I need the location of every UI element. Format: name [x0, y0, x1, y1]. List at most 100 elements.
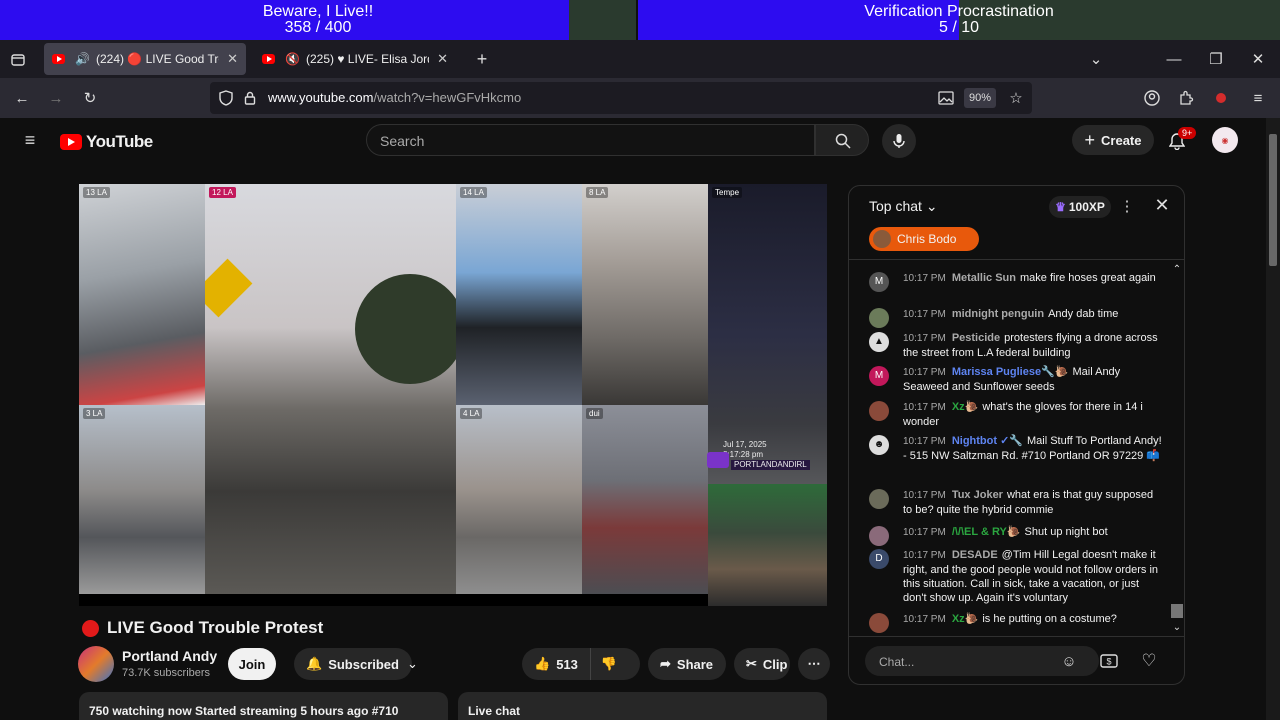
user-avatar[interactable]: ◉	[1212, 127, 1238, 153]
like-dislike-group: 👍 513 👎	[522, 648, 640, 680]
xp-label: 100XP	[1068, 200, 1105, 214]
tab-label: (225) ♥ LIVE- Elisa Jordan	[306, 52, 429, 66]
message-text: Shut up night bot	[1024, 526, 1108, 538]
like-button[interactable]: 👍 513	[522, 648, 591, 680]
video-player[interactable]: 13 LA 12 LA 14 LA 8 LA Tempe 3 LA 4 LA d…	[79, 184, 827, 606]
forward-icon[interactable]: →	[46, 88, 66, 108]
streamer-webcam	[708, 484, 827, 606]
minimize-icon[interactable]: —	[1164, 49, 1184, 69]
chat-avatar: ▲	[869, 332, 889, 352]
super-chat-icon[interactable]: $	[1099, 651, 1119, 671]
chat-message: M 10:17 PM Marissa Pugliese🔧🐌 Mail Andy Se…	[869, 365, 1165, 394]
restore-icon[interactable]: ❐	[1206, 49, 1226, 69]
url-text: www.youtube.com/watch?v=hewGFvHkcmo	[268, 90, 521, 105]
video-title: LIVE Good Trouble Protest	[82, 618, 323, 638]
message-author[interactable]: Tux Joker	[952, 489, 1003, 501]
channel-avatar[interactable]	[78, 646, 114, 682]
message-author[interactable]: midnight penguin	[952, 308, 1044, 320]
join-label: Join	[238, 656, 266, 672]
search-button[interactable]	[815, 124, 869, 156]
live-chat-panel-header[interactable]: Live chat	[458, 692, 827, 720]
tab-strip: 🔊 (224) 🔴 LIVE Good Troubl ✕ 🔇 (225) ♥ L…	[0, 40, 1280, 78]
message-author[interactable]: Marissa Pugliese🔧🐌	[952, 366, 1069, 378]
extensions-icon[interactable]	[1176, 88, 1196, 108]
mute-icon[interactable]: 🔇	[285, 52, 300, 66]
tab-good-trouble[interactable]: 🔊 (224) 🔴 LIVE Good Troubl ✕	[44, 43, 246, 75]
more-actions-button[interactable]: ⋯	[798, 648, 830, 680]
chat-input-area: Chat... ☺ $ ♡	[849, 636, 1184, 684]
chat-messages: M 10:17 PM Metallic Sun make fire hoses gr…	[849, 262, 1184, 636]
tile-label: 4 LA	[460, 408, 483, 419]
top-chat-dropdown[interactable]: Top chat ⌄	[869, 198, 938, 215]
voice-search-button[interactable]	[882, 124, 916, 158]
message-time: 10:17 PM	[903, 402, 946, 413]
extension-red-icon[interactable]	[1211, 88, 1231, 108]
speaker-icon[interactable]: 🔊	[75, 52, 90, 66]
message-author[interactable]: Metallic Sun	[952, 272, 1016, 284]
search-icon	[833, 131, 853, 151]
close-window-icon[interactable]: ✕	[1248, 49, 1268, 69]
message-author[interactable]: DESADE	[952, 549, 998, 561]
chat-scrollbar[interactable]: ⌃ ⌄	[1171, 264, 1183, 636]
stamp-time: 8:17:28 pm	[723, 450, 764, 459]
nav-bar: ← → ↻ www.youtube.com/watch?v=hewGFvHkcm…	[0, 78, 1280, 118]
message-author[interactable]: /\/\EL & RY🐌	[952, 526, 1021, 538]
clip-button[interactable]: ✂ Clip	[734, 648, 790, 680]
video-tile-tempe: Tempe	[708, 184, 827, 484]
hamburger-menu-icon[interactable]: ≡	[20, 130, 40, 150]
emoji-icon[interactable]: ☺	[1059, 651, 1079, 671]
shield-icon[interactable]	[216, 88, 236, 108]
thumbs-down-icon[interactable]: 👎	[591, 656, 627, 672]
close-chat-icon[interactable]: ✕	[1151, 194, 1173, 216]
xp-badge[interactable]: ♛ 100XP	[1049, 196, 1111, 218]
youtube-logo[interactable]: YouTube	[60, 132, 153, 152]
close-tab-icon[interactable]: ✕	[437, 51, 448, 67]
account-icon[interactable]	[1142, 88, 1162, 108]
scroll-down-icon[interactable]: ⌄	[1171, 622, 1183, 633]
page-scrollbar[interactable]	[1266, 118, 1280, 720]
zoom-level[interactable]: 90%	[964, 88, 996, 108]
create-button[interactable]: + Create	[1072, 125, 1154, 155]
video-tile-14la: 14 LA	[456, 184, 582, 405]
tab-elisa-jordan[interactable]: 🔇 (225) ♥ LIVE- Elisa Jordan ✕	[254, 43, 456, 75]
twitch-icon	[707, 452, 729, 468]
pinned-supporter[interactable]: Chris Bodo	[869, 227, 979, 251]
goal-bar-2: Verification Procrastination 5 / 10	[638, 0, 1280, 40]
menu-icon[interactable]: ≡	[1248, 88, 1268, 108]
youtube-header: ≡ YouTube Search + Create 9+ ◉	[0, 118, 1266, 164]
more-vertical-icon[interactable]: ⋮	[1119, 196, 1135, 216]
tile-label: Tempe	[712, 187, 743, 198]
description-box[interactable]: 750 watching now Started streaming 5 hou…	[79, 692, 448, 720]
message-text: Andy dab time	[1048, 308, 1119, 320]
chat-avatar	[869, 613, 889, 633]
scroll-up-icon[interactable]: ⌃	[1171, 264, 1183, 275]
reload-icon[interactable]: ↻	[80, 88, 100, 108]
message-text: make fire hoses great again	[1020, 272, 1156, 284]
tab-overview-icon[interactable]	[8, 50, 28, 70]
lock-icon[interactable]	[242, 88, 258, 108]
heart-icon[interactable]: ♡	[1139, 651, 1159, 671]
like-count: 513	[556, 656, 578, 672]
url-bar[interactable]: www.youtube.com/watch?v=hewGFvHkcmo 90% …	[210, 82, 1032, 114]
subscribed-button[interactable]: 🔔 Subscribed ⌄	[294, 648, 418, 680]
message-author[interactable]: Pesticide	[952, 332, 1000, 344]
join-button[interactable]: Join	[228, 648, 276, 680]
message-author[interactable]: Nightbot ✓🔧	[952, 435, 1023, 447]
close-tab-icon[interactable]: ✕	[227, 51, 238, 67]
message-time: 10:17 PM	[903, 367, 946, 378]
bookmark-star-icon[interactable]: ☆	[1006, 88, 1026, 108]
page-scrollbar-thumb[interactable]	[1269, 134, 1277, 266]
picture-icon[interactable]	[936, 88, 956, 108]
share-button[interactable]: ➦ Share	[648, 648, 726, 680]
message-author[interactable]: Xz🐌	[952, 613, 979, 625]
search-input[interactable]: Search	[366, 124, 815, 156]
chat-message: 10:17 PM midnight penguin Andy dab time	[869, 307, 1165, 328]
new-tab-icon[interactable]: +	[472, 49, 492, 69]
chevron-down-icon[interactable]: ⌄	[1086, 49, 1106, 69]
chat-scrollbar-thumb[interactable]	[1171, 604, 1183, 618]
message-author[interactable]: Xz🐌	[952, 401, 979, 413]
channel-name[interactable]: Portland Andy	[122, 648, 217, 664]
subscriber-count: 73.7K subscribers	[122, 667, 211, 679]
chat-avatar	[869, 526, 889, 546]
back-icon[interactable]: ←	[12, 88, 32, 108]
